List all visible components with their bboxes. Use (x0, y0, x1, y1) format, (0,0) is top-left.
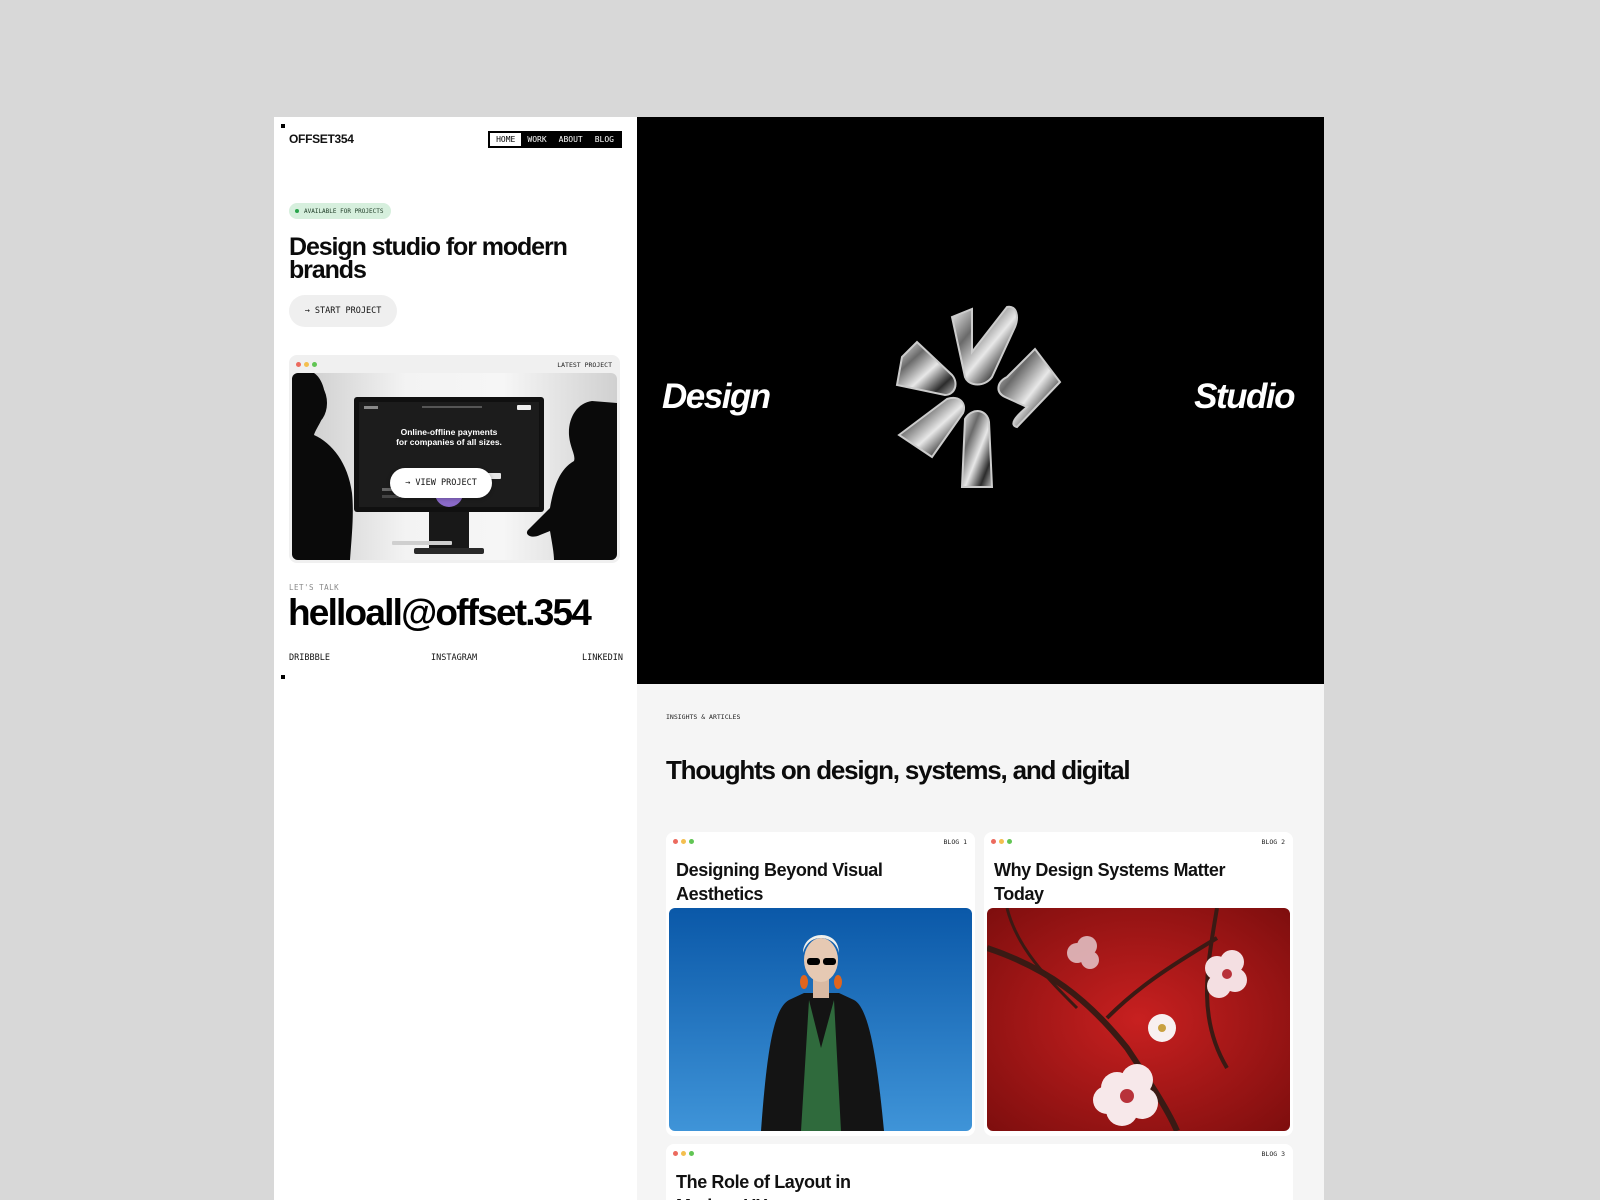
start-project-button[interactable]: → START PROJECT (289, 295, 397, 327)
maximize-dot-icon (689, 839, 694, 844)
blog-section: INSIGHTS & ARTICLES Thoughts on design, … (637, 684, 1324, 1200)
window-dots (673, 839, 694, 844)
left-panel: OFFSET354 HOME WORK ABOUT BLOG AVAILABLE… (274, 117, 641, 1200)
svg-text:Online-offline payments: Online-offline payments (401, 427, 498, 437)
svg-text:for companies of all sizes.: for companies of all sizes. (396, 437, 502, 447)
blog-title[interactable]: Why Design Systems Matter Today (994, 858, 1234, 906)
lets-talk-label: LET'S TALK (289, 583, 340, 592)
blog-card-2[interactable]: BLOG 2 Why Design Systems Matter Today (984, 832, 1293, 1136)
blog-heading: Thoughts on design, systems, and digital (666, 755, 1131, 785)
close-dot-icon (673, 839, 678, 844)
status-dot-icon (295, 209, 299, 213)
page-frame: OFFSET354 HOME WORK ABOUT BLOG AVAILABLE… (274, 117, 1324, 1200)
minimize-dot-icon (999, 839, 1004, 844)
window-dots (991, 839, 1012, 844)
site-logo[interactable]: OFFSET354 (289, 132, 354, 146)
office-scene-illustration: Online-offline payments for companies of… (292, 373, 617, 560)
blog-tag: BLOG 2 (1261, 838, 1285, 846)
social-instagram-link[interactable]: INSTAGRAM (431, 653, 477, 663)
social-linkedin-link[interactable]: LINKEDIN (582, 653, 623, 663)
nav-work[interactable]: WORK (521, 133, 552, 146)
nav-home[interactable]: HOME (490, 133, 522, 146)
main-nav: HOME WORK ABOUT BLOG (488, 131, 622, 148)
window-dots (296, 362, 317, 367)
close-dot-icon (673, 1151, 678, 1156)
minimize-dot-icon (304, 362, 309, 367)
maximize-dot-icon (312, 362, 317, 367)
corner-marker (281, 675, 285, 679)
latest-project-card[interactable]: LATEST PROJECT Online-offline payments f… (289, 355, 620, 563)
hero-word-design: Design (662, 377, 771, 416)
studio-hero: Design Studio (637, 117, 1324, 684)
corner-marker (281, 124, 285, 128)
view-project-button[interactable]: → VIEW PROJECT (390, 468, 492, 498)
social-dribbble-link[interactable]: DRIBBBLE (289, 653, 330, 663)
blog-tag: BLOG 3 (1261, 1150, 1285, 1158)
latest-project-tag: LATEST PROJECT (557, 361, 612, 369)
window-dots (673, 1151, 694, 1156)
cherry-blossom-photo (987, 908, 1290, 1131)
nav-blog[interactable]: BLOG (589, 133, 620, 146)
blog-title[interactable]: Designing Beyond Visual Aesthetics (676, 858, 916, 906)
hero-title: Design studio for modern brands (289, 233, 568, 284)
availability-label: AVAILABLE FOR PROJECTS (304, 207, 384, 215)
blog-title[interactable]: The Role of Layout in Modern UX (676, 1170, 916, 1200)
close-dot-icon (991, 839, 996, 844)
insights-label: INSIGHTS & ARTICLES (666, 713, 741, 721)
blog-card-1[interactable]: BLOG 1 Designing Beyond Visual Aesthetic… (666, 832, 975, 1136)
blog-card-3[interactable]: BLOG 3 The Role of Layout in Modern UX (666, 1144, 1293, 1200)
availability-badge: AVAILABLE FOR PROJECTS (289, 203, 392, 219)
latest-project-image: Online-offline payments for companies of… (292, 373, 617, 560)
close-dot-icon (296, 362, 301, 367)
minimize-dot-icon (681, 839, 686, 844)
minimize-dot-icon (681, 1151, 686, 1156)
chrome-star-logo-icon (895, 305, 1062, 488)
blog-1-image (669, 908, 972, 1131)
blog-tag: BLOG 1 (943, 838, 967, 846)
contact-email[interactable]: helloall@offset.354 (288, 592, 592, 634)
maximize-dot-icon (689, 1151, 694, 1156)
nav-about[interactable]: ABOUT (553, 133, 589, 146)
maximize-dot-icon (1007, 839, 1012, 844)
woman-blue-sky-photo (669, 908, 972, 1131)
hero-word-studio: Studio (1194, 377, 1295, 416)
blog-2-image (987, 908, 1290, 1131)
